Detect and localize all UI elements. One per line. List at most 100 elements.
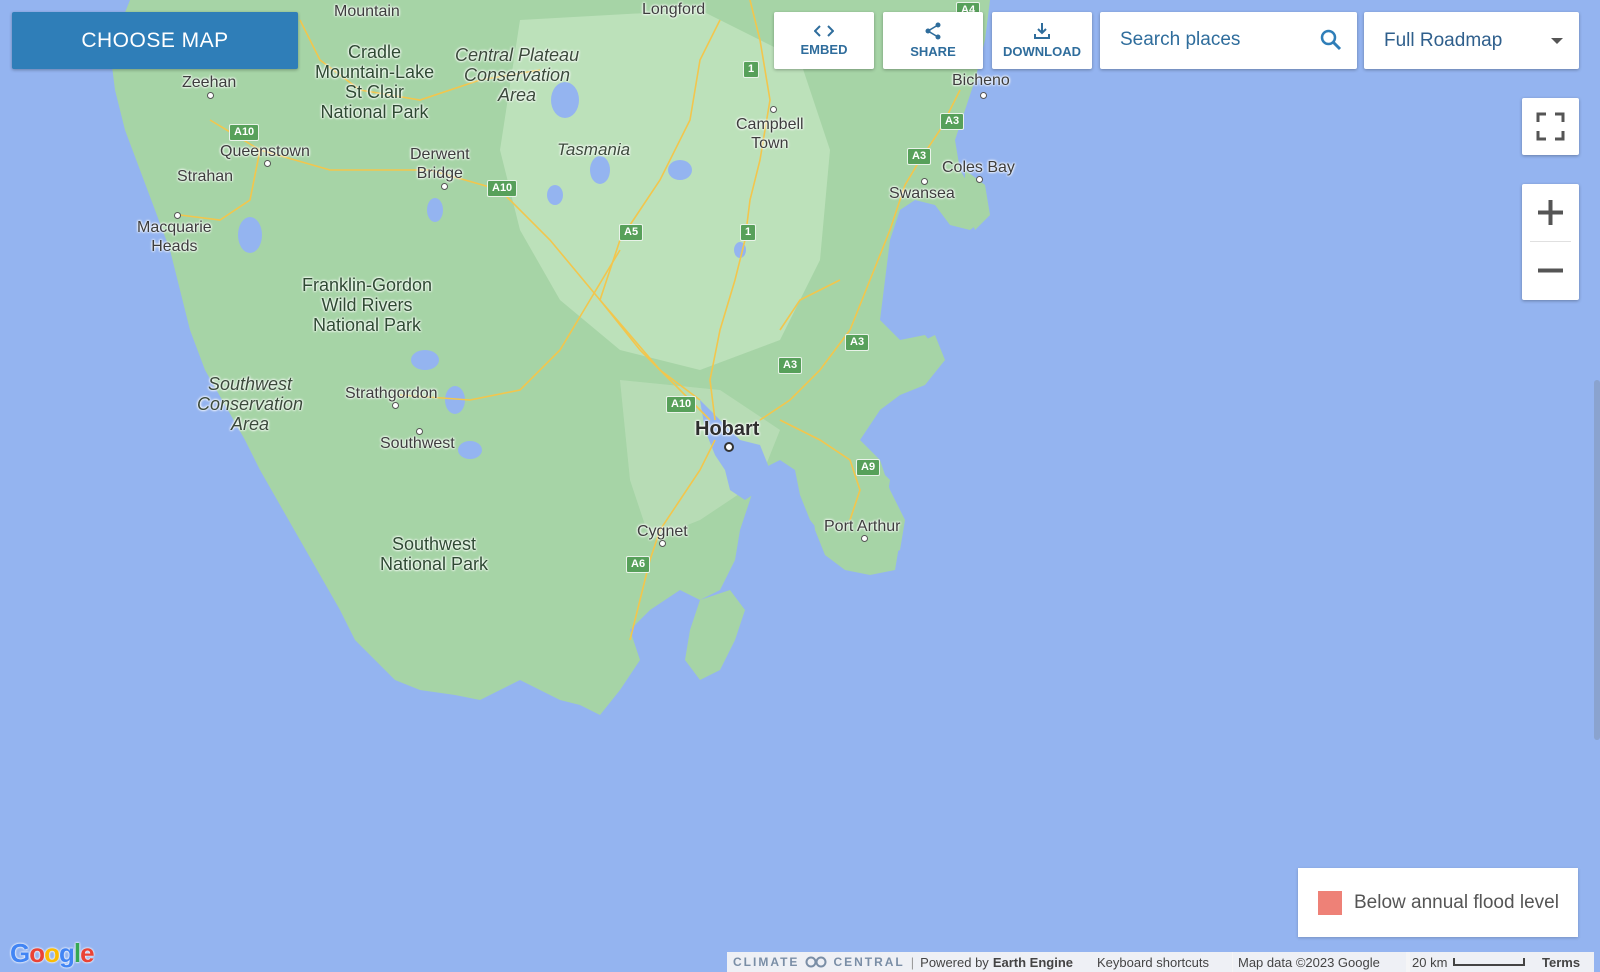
search-icon[interactable] xyxy=(1319,28,1343,52)
attribution-bar: CLIMATE CENTRAL | Powered by Earth Engin… xyxy=(727,952,1091,972)
chevron-down-icon xyxy=(1551,38,1563,44)
plus-icon xyxy=(1538,200,1563,225)
area-label-line: Conservation xyxy=(464,65,571,85)
road-shield: A10 xyxy=(229,124,260,141)
fullscreen-icon xyxy=(1536,112,1565,141)
scale-label: 20 km xyxy=(1412,954,1448,970)
legend-label: Below annual flood level xyxy=(1354,891,1559,913)
legend: Below annual flood level xyxy=(1298,868,1578,937)
place-label-strathgordon: Strathgordon xyxy=(345,385,438,402)
area-label-central-plateau: Central Plateau Conservation Area xyxy=(455,45,579,105)
place-dot xyxy=(980,92,987,99)
area-label-line: Area xyxy=(498,85,537,105)
park-label-cradle: Cradle Mountain-Lake St Clair National P… xyxy=(315,42,434,122)
road-shield: A5 xyxy=(619,224,644,241)
code-icon xyxy=(814,25,834,37)
place-label-line: Macquarie xyxy=(137,219,212,236)
place-label-southwest: Southwest xyxy=(380,435,455,452)
place-label-queenstown: Queenstown xyxy=(220,143,310,160)
scale-line xyxy=(1453,958,1526,966)
area-label-southwest-conservation: Southwest Conservation Area xyxy=(197,374,303,434)
place-label-bicheno: Bicheno xyxy=(952,72,1010,89)
road-shield: A3 xyxy=(940,113,965,130)
powered-by-prefix: Powered by xyxy=(920,954,989,970)
keyboard-shortcuts-link[interactable]: Keyboard shortcuts xyxy=(1091,952,1233,972)
area-label-line: Central Plateau xyxy=(455,45,580,65)
road-shield: A3 xyxy=(778,357,803,374)
layer-select-value: Full Roadmap xyxy=(1384,29,1503,51)
place-label-cygnet: Cygnet xyxy=(637,523,688,540)
area-label-line: Area xyxy=(231,414,270,434)
choose-map-button[interactable]: CHOOSE MAP xyxy=(12,12,298,69)
layer-select[interactable]: Full Roadmap xyxy=(1364,12,1579,69)
road-shield: A10 xyxy=(487,180,518,197)
place-label-strahan: Strahan xyxy=(177,168,234,185)
place-dot xyxy=(861,535,868,542)
logo-letter: G xyxy=(10,938,30,968)
place-label-swansea: Swansea xyxy=(889,185,955,202)
place-label-zeehan: Zeehan xyxy=(182,74,237,91)
scrollbar[interactable] xyxy=(1594,380,1600,740)
place-dot xyxy=(770,106,777,113)
place-dot xyxy=(392,402,399,409)
park-label-line: Wild Rivers xyxy=(321,295,413,315)
park-label-franklin-gordon: Franklin-Gordon Wild Rivers National Par… xyxy=(302,275,432,335)
park-label-line: National Park xyxy=(380,554,489,574)
place-label: Mountain xyxy=(334,3,400,20)
earth-engine-link[interactable]: Earth Engine xyxy=(993,955,1073,970)
climate-central-logo-right[interactable]: CENTRAL xyxy=(833,955,904,969)
place-label-macquarie-heads: Macquarie Heads xyxy=(137,218,212,256)
download-icon xyxy=(1034,23,1050,39)
place-dot xyxy=(441,183,448,190)
place-label: Longford xyxy=(642,1,706,18)
park-label-line: Franklin-Gordon xyxy=(302,275,433,295)
road-shield: 1 xyxy=(743,61,760,78)
place-label-line: Campbell xyxy=(736,116,804,133)
search-box[interactable] xyxy=(1100,12,1357,69)
place-label-hobart: Hobart xyxy=(695,418,760,440)
place-dot xyxy=(659,540,666,547)
area-label-line: Conservation xyxy=(197,394,304,414)
share-label: SHARE xyxy=(910,44,956,59)
minus-icon xyxy=(1538,268,1563,273)
park-label-line: St Clair xyxy=(345,82,405,102)
place-dot xyxy=(724,442,734,452)
logo-letter: e xyxy=(80,938,95,968)
legend-swatch xyxy=(1318,890,1342,915)
road-shield: A3 xyxy=(845,334,870,351)
place-label-campbell-town: Campbell Town xyxy=(736,115,804,153)
park-label-line: National Park xyxy=(320,102,429,122)
zoom-in-button[interactable] xyxy=(1522,184,1579,241)
park-label-line: National Park xyxy=(313,315,422,335)
area-label-line: Southwest xyxy=(208,374,293,394)
road-shield: A9 xyxy=(856,459,881,476)
embed-button[interactable]: EMBED xyxy=(774,12,874,69)
place-dot xyxy=(976,176,983,183)
region-label-tasmania: Tasmania xyxy=(557,140,631,159)
park-label-line: Southwest xyxy=(392,534,477,554)
infinity-icon xyxy=(805,956,827,968)
scale-bar[interactable]: 20 km xyxy=(1406,952,1536,972)
road-shield: A10 xyxy=(666,396,697,413)
zoom-control xyxy=(1522,184,1579,300)
share-icon xyxy=(925,22,941,40)
footer-divider: | xyxy=(910,954,915,970)
park-label-southwest-np: Southwest National Park xyxy=(380,534,488,574)
terms-link[interactable]: Terms xyxy=(1536,952,1594,972)
download-button[interactable]: DOWNLOAD xyxy=(992,12,1092,69)
zoom-out-button[interactable] xyxy=(1522,242,1579,299)
fullscreen-button[interactable] xyxy=(1522,98,1579,155)
road-shield: A3 xyxy=(907,148,932,165)
climate-central-logo-left[interactable]: CLIMATE xyxy=(733,955,799,969)
map-data-attribution: Map data ©2023 Google xyxy=(1232,952,1410,972)
google-logo[interactable]: Google xyxy=(10,938,95,969)
road-shield: 1 xyxy=(740,224,757,241)
search-input[interactable] xyxy=(1118,28,1312,52)
download-label: DOWNLOAD xyxy=(1003,44,1081,59)
share-button[interactable]: SHARE xyxy=(883,12,983,69)
place-label-line: Bridge xyxy=(416,165,463,182)
place-dot xyxy=(264,160,271,167)
place-label-port-arthur: Port Arthur xyxy=(824,518,901,535)
place-label-line: Derwent xyxy=(410,146,470,163)
park-label-line: Cradle xyxy=(348,42,402,62)
